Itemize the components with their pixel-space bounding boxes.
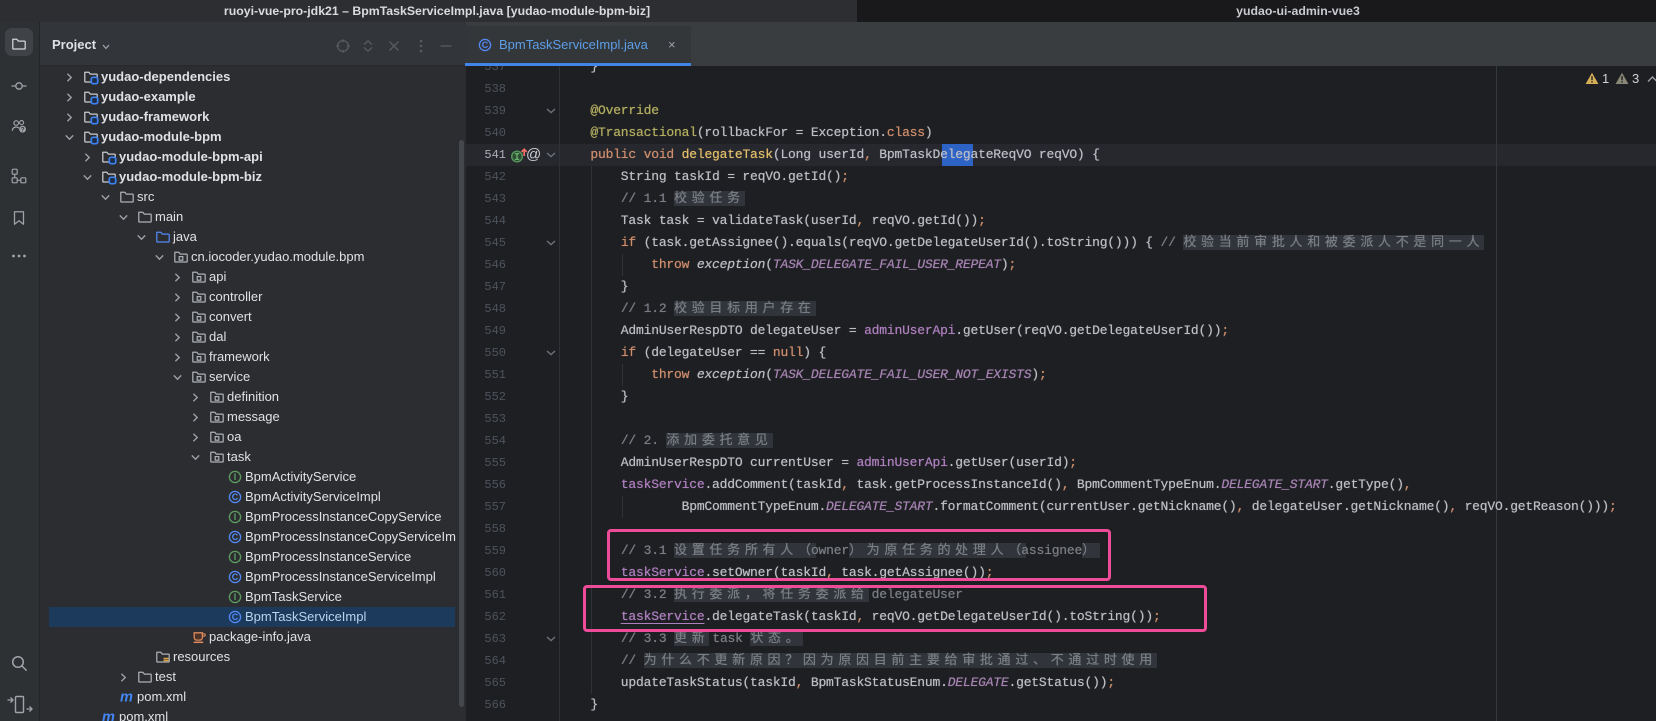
svg-text:m: m	[120, 690, 133, 706]
svg-text:I: I	[234, 552, 237, 562]
svg-text:C: C	[232, 492, 239, 502]
svg-text:I: I	[234, 592, 237, 602]
svg-text:I: I	[234, 472, 237, 482]
svg-text:m: m	[102, 710, 115, 721]
svg-text:C: C	[232, 612, 239, 622]
svg-text:C: C	[232, 532, 239, 542]
svg-text:C: C	[232, 572, 239, 582]
svg-text:?: ?	[21, 127, 25, 134]
svg-text:C: C	[482, 40, 489, 50]
svg-text:I: I	[234, 512, 237, 522]
